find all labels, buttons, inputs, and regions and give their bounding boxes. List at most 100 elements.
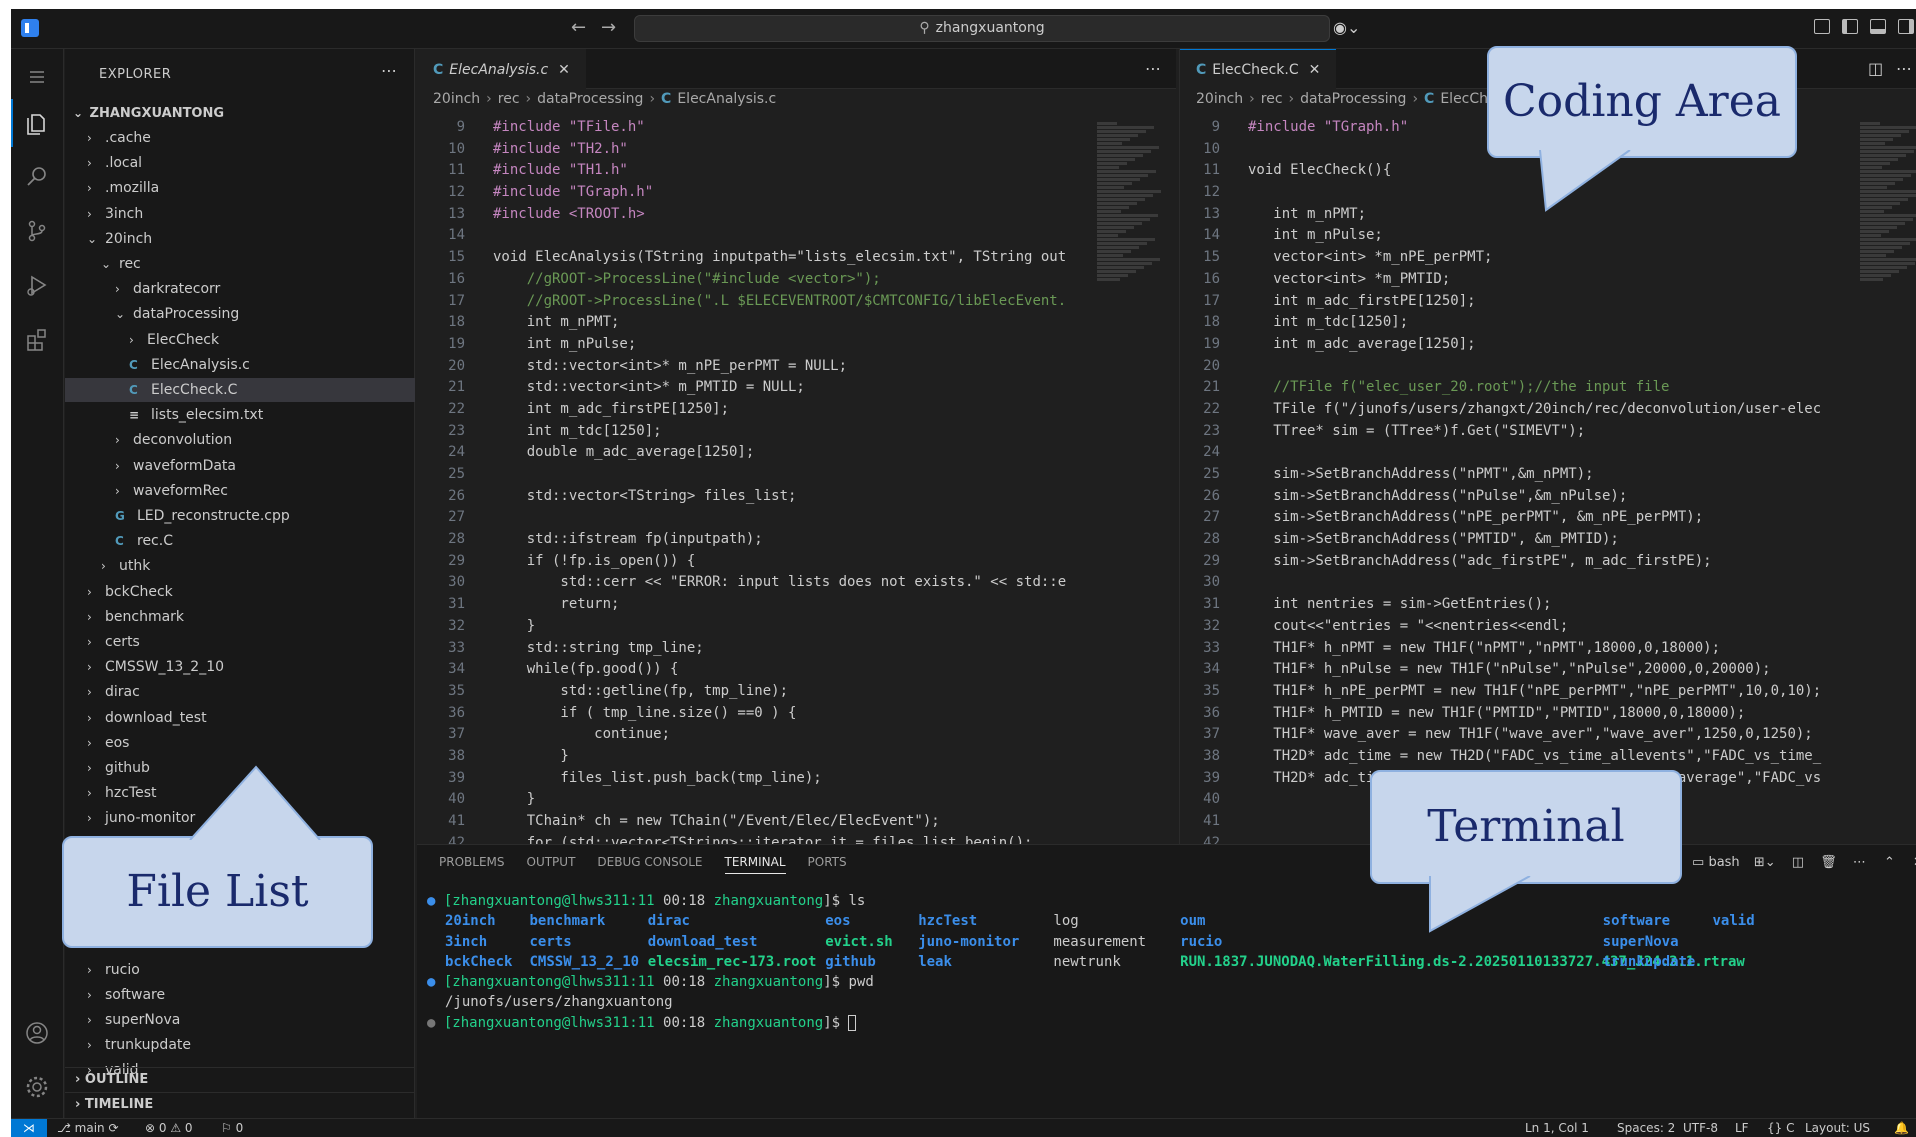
tree-item[interactable]: › benchmark (65, 605, 415, 629)
editor-more-icon[interactable]: ⋯ (1145, 59, 1161, 78)
tab-eleccheck[interactable]: C ElecCheck.C ✕ (1180, 49, 1337, 89)
panel-tab-debug-console[interactable]: DEBUG CONSOLE (597, 855, 702, 873)
more-actions-icon[interactable]: ⋯ (381, 61, 397, 80)
workspace-root[interactable]: ⌄ ZHANGXUANTONG (65, 101, 415, 125)
encoding[interactable]: UTF-8 (1683, 1119, 1718, 1137)
tree-item[interactable]: › superNova (65, 1008, 415, 1032)
more-icon[interactable]: ⋯ (1853, 855, 1866, 870)
back-arrow-icon[interactable]: ← (571, 17, 586, 38)
copilot-icon[interactable]: ◉⌄ (1333, 18, 1360, 37)
toggle-secondary-sidebar-icon[interactable] (1898, 19, 1914, 34)
code-view-left[interactable]: 9 #include "TFile.h" 10 #include "TH2.h" 11 #… (417, 117, 1176, 844)
outline-section[interactable]: › OUTLINE (65, 1067, 415, 1091)
tree-item[interactable]: ≡ lists_elecsim.txt (65, 403, 415, 427)
problems-status[interactable]: ⊗ 0 ⚠ 0 (145, 1119, 193, 1137)
timeline-section[interactable]: › TIMELINE (65, 1092, 415, 1116)
tree-item[interactable]: ⌄ 20inch (65, 227, 415, 251)
tree-item[interactable]: › .cache (65, 126, 415, 150)
extensions-icon[interactable] (23, 325, 51, 353)
tree-item[interactable]: › software (65, 983, 415, 1007)
panel-tab-ports[interactable]: PORTS (808, 855, 847, 873)
code-text: void ElecAnalysis(TString inputpath="lis… (493, 249, 1067, 266)
panel-tab-problems[interactable]: PROBLEMS (439, 855, 505, 873)
tree-item[interactable]: ⌄ dataProcessing (65, 302, 415, 326)
tree-item[interactable]: › .local (65, 151, 415, 175)
split-terminal-icon[interactable]: ◫ (1792, 855, 1804, 870)
forward-arrow-icon[interactable]: → (601, 17, 616, 38)
tree-item[interactable]: › waveformRec (65, 479, 415, 503)
tree-item[interactable]: › ElecCheck (65, 328, 415, 352)
breadcrumb-item[interactable]: 20inch (433, 91, 480, 107)
breadcrumb-item[interactable]: rec (1261, 91, 1283, 107)
tree-item[interactable]: › CMSSW_13_2_10 (65, 655, 415, 679)
tree-item[interactable]: › eos (65, 731, 415, 755)
tree-item[interactable]: › download_test (65, 706, 415, 730)
terminal-output[interactable]: ● [zhangxuantong@lhws311:11 00:18 zhangx… (427, 891, 1755, 1033)
editor-more-icon[interactable]: ⋯ (1896, 59, 1912, 78)
trash-icon[interactable]: 🗑 (1820, 855, 1837, 870)
tree-item[interactable]: › uthk (65, 554, 415, 578)
tab-bar-left: C ElecAnalysis.c ✕ ⋯ (417, 49, 1176, 89)
minimap-right[interactable] (1860, 121, 1916, 821)
code-view-right[interactable]: 9 #include "TGraph.h" 10 11 void ElecCheck()… (1180, 117, 1908, 844)
tree-item[interactable]: Crec.C (65, 529, 415, 553)
code-line: 23 TTree* sim = (TTree*)f.Get("SIMEVT"); (1180, 421, 1908, 443)
ls-entry: github (825, 953, 876, 970)
code-line: 22 int m_adc_firstPE[1250]; (417, 399, 1176, 421)
language-mode[interactable]: {} C (1767, 1119, 1794, 1137)
tree-item-label: lists_elecsim.txt (151, 407, 264, 424)
close-icon[interactable]: ✕ (1309, 62, 1321, 78)
panel-tab-terminal[interactable]: TERMINAL (724, 855, 786, 874)
tree-item[interactable]: C ElecCheck.C (65, 378, 415, 402)
line-number: 9 (456, 119, 465, 135)
maximize-panel-icon[interactable]: ⌃ (1884, 855, 1895, 870)
new-terminal-icon[interactable]: ⊞⌄ (1754, 855, 1776, 870)
indentation[interactable]: Spaces: 2 (1617, 1119, 1675, 1137)
breadcrumb-item[interactable]: rec (498, 91, 520, 107)
ls-entry: benchmark (529, 913, 606, 930)
tree-item[interactable]: › trunkupdate (65, 1033, 415, 1057)
close-icon[interactable]: ✕ (558, 62, 570, 78)
tree-item[interactable]: › deconvolution (65, 428, 415, 452)
tree-item[interactable]: › rucio (65, 958, 415, 982)
breadcrumb-item[interactable]: dataProcessing (1300, 91, 1406, 107)
accounts-icon[interactable] (23, 1019, 51, 1047)
tree-item[interactable]: › bckCheck (65, 580, 415, 604)
cursor-position[interactable]: Ln 1, Col 1 (1525, 1119, 1589, 1137)
tab-elecanalysis[interactable]: C ElecAnalysis.c ✕ (417, 49, 586, 89)
panel-tab-output[interactable]: OUTPUT (527, 855, 576, 873)
remote-icon[interactable]: ⋊ (11, 1119, 47, 1137)
split-editor-icon[interactable]: ◫ (1868, 59, 1883, 78)
search-icon[interactable] (23, 163, 51, 191)
run-debug-icon[interactable] (23, 271, 51, 299)
menu-icon[interactable] (23, 63, 51, 91)
tree-item[interactable]: › certs (65, 630, 415, 654)
tree-item[interactable]: › 3inch (65, 202, 415, 226)
tree-item[interactable]: › dirac (65, 680, 415, 704)
explorer-icon[interactable] (23, 109, 51, 137)
minimap-left[interactable] (1097, 121, 1167, 821)
customize-layout-icon[interactable] (1814, 19, 1830, 34)
tree-item[interactable]: › waveformData (65, 454, 415, 478)
breadcrumb-item[interactable]: ElecAnalysis.c (677, 91, 776, 107)
branch-status[interactable]: ⎇ main ⟳ (57, 1119, 119, 1137)
tree-item[interactable]: ⌄ rec (65, 252, 415, 276)
settings-gear-icon[interactable] (23, 1073, 51, 1101)
keyboard-layout[interactable]: Layout: US (1805, 1119, 1870, 1137)
shell-name[interactable]: bash (1708, 855, 1739, 870)
breadcrumb-item[interactable]: 20inch (1196, 91, 1243, 107)
tree-item-label: rec (119, 256, 141, 272)
breadcrumb-item[interactable]: dataProcessing (537, 91, 643, 107)
line-ending[interactable]: LF (1735, 1119, 1749, 1137)
tree-item-label: superNova (105, 1012, 181, 1028)
command-center-search[interactable]: ⚲ zhangxuantong (634, 15, 1330, 42)
tree-item[interactable]: › .mozilla (65, 176, 415, 200)
tree-item[interactable]: › darkratecorr (65, 277, 415, 301)
toggle-primary-sidebar-icon[interactable] (1842, 19, 1858, 34)
ports-status[interactable]: ⚐ 0 (221, 1119, 243, 1137)
source-control-icon[interactable] (23, 217, 51, 245)
tree-item[interactable]: C ElecAnalysis.c (65, 353, 415, 377)
bell-icon[interactable]: 🔔 (1894, 1119, 1909, 1137)
tree-item[interactable]: G LED_reconstructe.cpp (65, 504, 415, 528)
toggle-panel-icon[interactable] (1870, 19, 1886, 34)
